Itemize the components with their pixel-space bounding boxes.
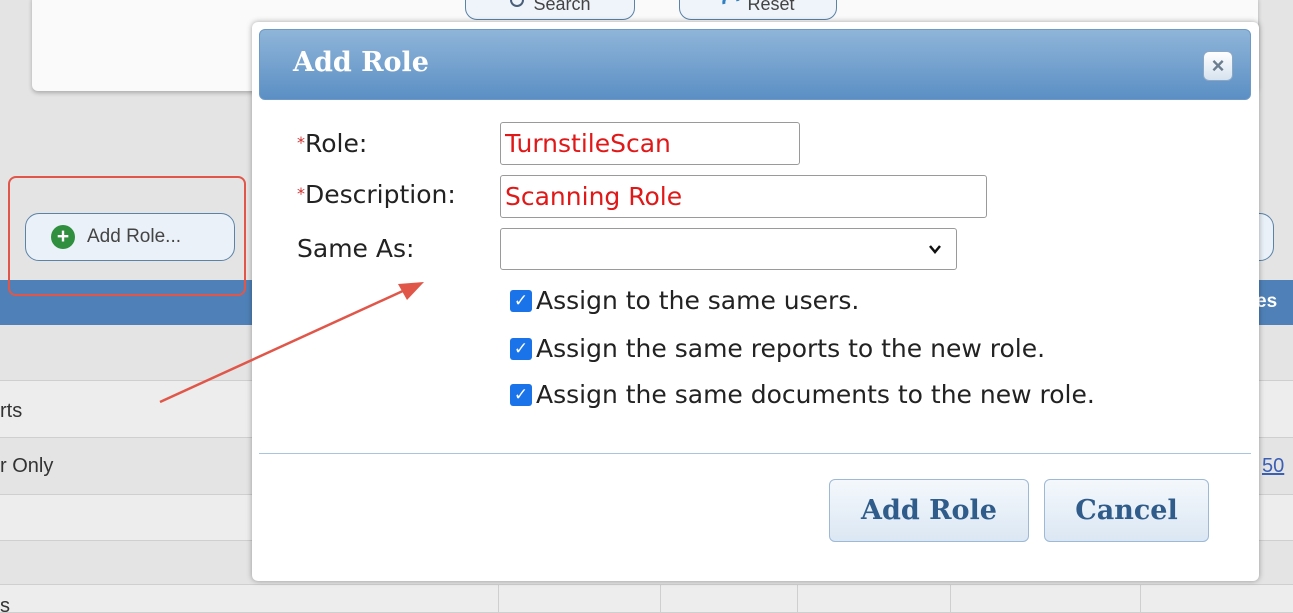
- annotation-arrow-icon: [159, 282, 424, 404]
